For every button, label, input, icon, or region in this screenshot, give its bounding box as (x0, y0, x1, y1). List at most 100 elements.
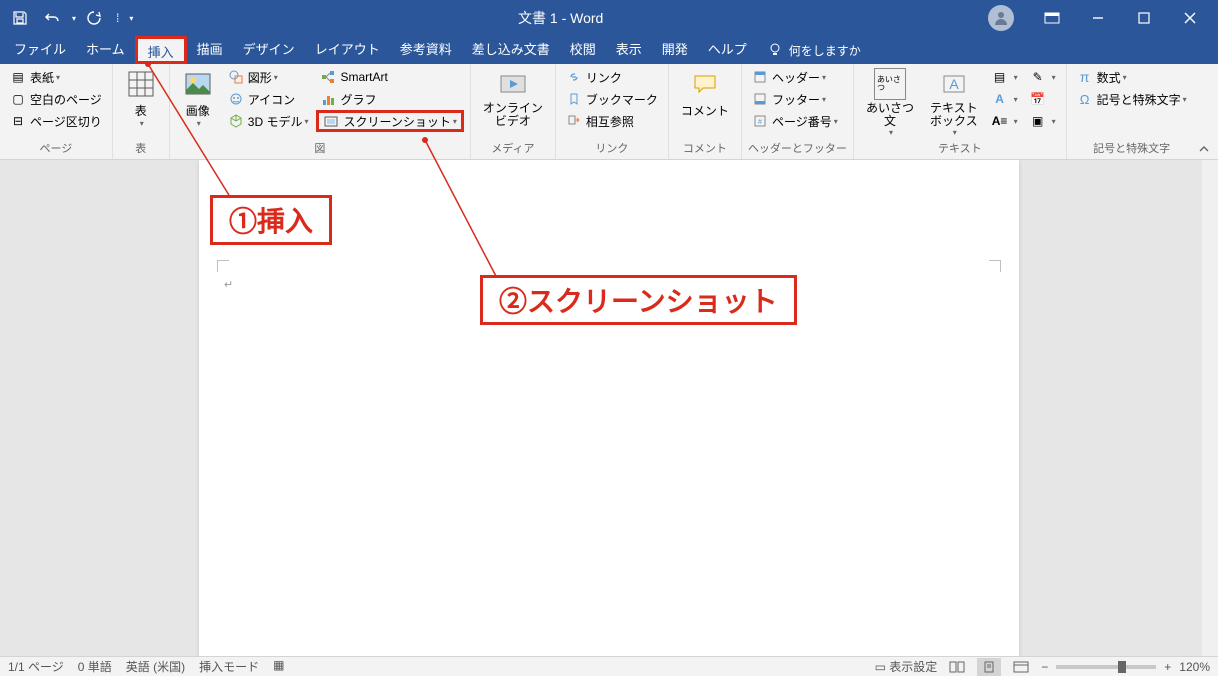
greeting-button[interactable]: あいさつ あいさつ 文▾ (860, 66, 920, 139)
omega-icon: Ω (1077, 91, 1093, 107)
tab-draw[interactable]: 描画 (187, 36, 233, 64)
zoom-slider[interactable] (1056, 665, 1156, 669)
zoom-out-button[interactable]: − (1041, 660, 1048, 674)
maximize-button[interactable] (1122, 0, 1166, 36)
group-illustrations: 画像▾ 図形▾ アイコン 3D モデル▾ SmartArt グラフ スクリーンシ… (170, 64, 471, 159)
bookmark-icon (566, 91, 582, 107)
link-button[interactable]: リンク (562, 66, 662, 88)
link-icon (566, 69, 582, 85)
macro-icon[interactable]: ▦ (273, 658, 284, 675)
save-button[interactable] (6, 4, 34, 32)
tab-references[interactable]: 参考資料 (390, 36, 462, 64)
tab-help[interactable]: ヘルプ (698, 36, 757, 64)
cube-icon (228, 113, 244, 129)
pi-icon: π (1077, 69, 1093, 85)
web-layout-button[interactable] (1009, 658, 1033, 676)
equation-button[interactable]: π数式▾ (1073, 66, 1191, 88)
tab-insert[interactable]: 挿入 (135, 36, 187, 64)
cross-reference-button[interactable]: 相互参照 (562, 110, 662, 132)
status-bar: 1/1 ページ 0 単語 英語 (米国) 挿入モード ▦ ▭ 表示設定 − + … (0, 656, 1218, 676)
group-label: テキスト (860, 139, 1060, 157)
status-mode[interactable]: 挿入モード (199, 658, 259, 675)
cover-page-icon: ▤ (10, 69, 26, 85)
pagenum-icon: # (752, 113, 768, 129)
shapes-button[interactable]: 図形▾ (224, 66, 313, 88)
tab-view[interactable]: 表示 (606, 36, 652, 64)
read-mode-button[interactable] (945, 658, 969, 676)
redo-button[interactable] (80, 4, 108, 32)
tab-home[interactable]: ホーム (76, 36, 135, 64)
quickparts-icon: ▤ (992, 69, 1008, 85)
display-settings[interactable]: ▭ 表示設定 (875, 658, 938, 675)
tab-review[interactable]: 校閲 (560, 36, 606, 64)
quick-access-toolbar: ▾ ⁞ ▾ (6, 4, 133, 32)
page-break-button[interactable]: ⊟ページ区切り (6, 110, 106, 132)
text-misc-3[interactable]: A≡▾ (988, 110, 1022, 132)
page-break-icon: ⊟ (10, 113, 26, 129)
tell-me-search[interactable]: 何をしますか (757, 42, 871, 59)
group-media: オンライン ビデオ メディア (471, 64, 556, 159)
text-misc-4[interactable]: ✎▾ (1026, 66, 1060, 88)
vertical-scrollbar[interactable] (1202, 160, 1218, 656)
icons-button[interactable]: アイコン (224, 88, 313, 110)
tab-design[interactable]: デザイン (233, 36, 305, 64)
paragraph-mark: ↵ (224, 278, 233, 291)
group-label: 表 (119, 139, 163, 157)
textbox-button[interactable]: A テキスト ボックス▾ (924, 66, 984, 139)
margin-corner (217, 260, 229, 272)
3d-models-button[interactable]: 3D モデル▾ (224, 110, 313, 132)
tab-developer[interactable]: 開発 (652, 36, 698, 64)
ribbon-tabs: ファイル ホーム 挿入 描画 デザイン レイアウト 参考資料 差し込み文書 校閲… (0, 36, 1218, 64)
group-label: 記号と特殊文字 (1073, 139, 1191, 157)
comment-button[interactable]: コメント (675, 66, 735, 121)
header-button[interactable]: ヘッダー▾ (748, 66, 842, 88)
tab-mailings[interactable]: 差し込み文書 (462, 36, 560, 64)
print-layout-button[interactable] (977, 658, 1001, 676)
text-misc-6[interactable]: ▣▾ (1026, 110, 1060, 132)
smartart-button[interactable]: SmartArt (316, 66, 463, 88)
datetime-icon: 📅 (1030, 91, 1046, 107)
undo-button[interactable] (38, 4, 66, 32)
zoom-level[interactable]: 120% (1179, 660, 1210, 674)
status-language[interactable]: 英語 (米国) (126, 658, 185, 675)
tab-file[interactable]: ファイル (4, 36, 76, 64)
group-label: ヘッダーとフッター (748, 139, 847, 157)
blank-page-button[interactable]: ▢空白のページ (6, 88, 106, 110)
svg-text:A: A (949, 76, 959, 92)
collapse-ribbon-button[interactable] (1198, 143, 1210, 155)
footer-icon (752, 91, 768, 107)
tab-layout[interactable]: レイアウト (305, 36, 390, 64)
text-misc-1[interactable]: ▤▾ (988, 66, 1022, 88)
text-misc-5[interactable]: 📅 (1026, 88, 1060, 110)
document-area: ↵ (0, 160, 1218, 656)
bookmark-button[interactable]: ブックマーク (562, 88, 662, 110)
ribbon: ▤表紙▾ ▢空白のページ ⊟ページ区切り ページ 表▾ 表 画像▾ 図形▾ アイ… (0, 64, 1218, 160)
symbol-button[interactable]: Ω記号と特殊文字▾ (1073, 88, 1191, 110)
comment-icon (689, 68, 721, 100)
table-icon (125, 68, 157, 100)
user-avatar[interactable] (988, 5, 1014, 31)
ribbon-display-button[interactable] (1030, 0, 1074, 36)
status-page[interactable]: 1/1 ページ (8, 658, 64, 675)
table-button[interactable]: 表▾ (119, 66, 163, 130)
signature-icon: ✎ (1030, 69, 1046, 85)
zoom-in-button[interactable]: + (1164, 660, 1171, 674)
textbox-icon: A (938, 68, 970, 100)
annotation-1: ①挿入 (210, 195, 332, 245)
cover-page-button[interactable]: ▤表紙▾ (6, 66, 106, 88)
group-pages: ▤表紙▾ ▢空白のページ ⊟ページ区切り ページ (0, 64, 113, 159)
group-label: メディア (477, 139, 549, 157)
footer-button[interactable]: フッター▾ (748, 88, 842, 110)
text-misc-2[interactable]: A▾ (988, 88, 1022, 110)
online-video-button[interactable]: オンライン ビデオ (477, 66, 549, 130)
object-icon: ▣ (1030, 113, 1046, 129)
chart-button[interactable]: グラフ (316, 88, 463, 110)
status-words[interactable]: 0 単語 (78, 658, 112, 675)
minimize-button[interactable] (1076, 0, 1120, 36)
page-number-button[interactable]: #ページ番号▾ (748, 110, 842, 132)
close-button[interactable] (1168, 0, 1212, 36)
pictures-button[interactable]: 画像▾ (176, 66, 220, 130)
margin-corner (989, 260, 1001, 272)
header-icon (752, 69, 768, 85)
screenshot-button[interactable]: スクリーンショット▾ (316, 110, 463, 132)
